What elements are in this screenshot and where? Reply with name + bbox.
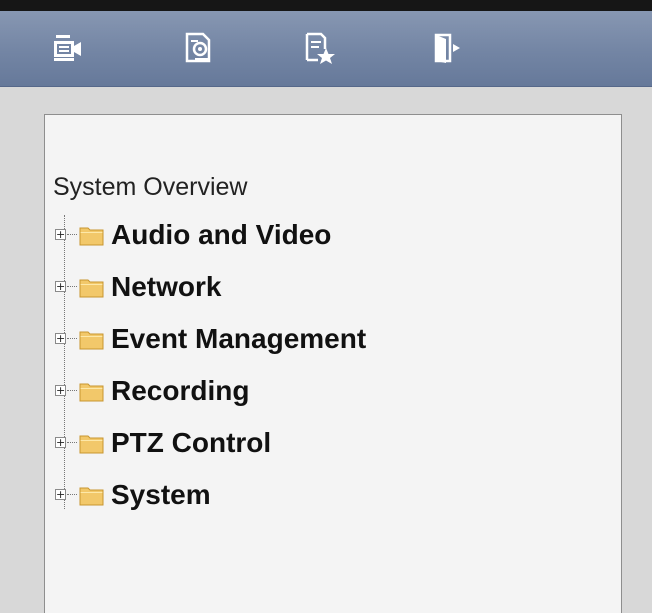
tree-item-audio-and-video[interactable]: + Audio and Video bbox=[55, 219, 495, 255]
tree-item-network[interactable]: + Network bbox=[55, 271, 495, 307]
folder-icon bbox=[79, 432, 105, 454]
tree-connector bbox=[67, 390, 77, 391]
tree-item-label: System bbox=[111, 479, 211, 510]
tree-item-ptz-control[interactable]: + PTZ Control bbox=[55, 427, 495, 463]
main-toolbar bbox=[0, 11, 652, 87]
logout-button[interactable] bbox=[433, 31, 465, 65]
tree-connector bbox=[67, 234, 77, 235]
folder-icon bbox=[79, 224, 105, 246]
folder-icon bbox=[79, 276, 105, 298]
config-tree-panel: System Overview + Audio and Video + Netw… bbox=[44, 114, 622, 613]
expand-icon[interactable]: + bbox=[55, 489, 66, 500]
folder-icon bbox=[79, 484, 105, 506]
live-view-icon bbox=[54, 35, 81, 61]
expand-icon[interactable]: + bbox=[55, 385, 66, 396]
tree-item-label: Network bbox=[111, 271, 222, 302]
tree-guide-line bbox=[64, 215, 65, 509]
tree-item-system[interactable]: + System bbox=[55, 479, 495, 515]
expand-icon[interactable]: + bbox=[55, 281, 66, 292]
tree-item-label: Event Management bbox=[111, 323, 367, 354]
tree-connector bbox=[67, 286, 77, 287]
live-view-button[interactable] bbox=[52, 31, 84, 65]
tree-item-recording[interactable]: + Recording bbox=[55, 375, 495, 411]
tree-connector bbox=[67, 338, 77, 339]
folder-icon bbox=[79, 328, 105, 350]
window-top-edge bbox=[0, 0, 652, 11]
tree-connector bbox=[67, 494, 77, 495]
expand-icon[interactable]: + bbox=[55, 437, 66, 448]
tree-item-label: Recording bbox=[111, 375, 250, 406]
expand-icon[interactable]: + bbox=[55, 333, 66, 344]
playback-button[interactable] bbox=[183, 31, 215, 65]
expand-icon[interactable]: + bbox=[55, 229, 66, 240]
tree-root-system-overview[interactable]: System Overview bbox=[53, 173, 247, 202]
log-button[interactable] bbox=[304, 31, 336, 65]
content-area: System Overview + Audio and Video + Netw… bbox=[0, 87, 652, 613]
playback-icon bbox=[185, 32, 211, 63]
tree-item-label: Audio and Video bbox=[111, 219, 332, 250]
logout-icon bbox=[434, 33, 460, 63]
log-icon bbox=[305, 32, 335, 64]
folder-icon bbox=[79, 380, 105, 402]
tree-item-label: PTZ Control bbox=[111, 427, 272, 458]
tree-item-event-management[interactable]: + Event Management bbox=[55, 323, 495, 359]
tree-connector bbox=[67, 442, 77, 443]
